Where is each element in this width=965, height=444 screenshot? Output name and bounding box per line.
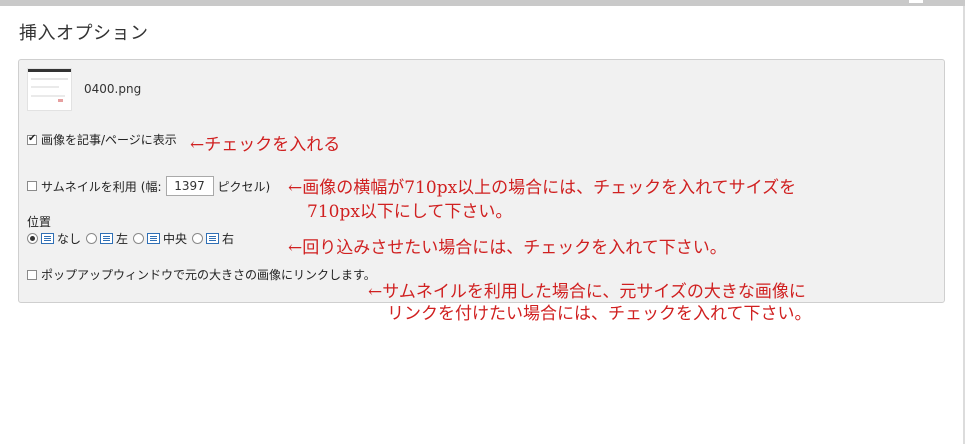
show-image-option[interactable]: 画像を記事/ページに表示 xyxy=(27,131,177,148)
align-left-icon xyxy=(100,233,114,244)
annotation-show-image: ←チェックを入れる xyxy=(190,135,341,155)
position-left-label: 左 xyxy=(116,232,129,246)
width-input[interactable] xyxy=(165,176,214,196)
annotation-popup-line2: リンクを付けたい場合には、チェックを入れて下さい。 xyxy=(387,304,812,324)
image-thumbnail xyxy=(27,68,72,111)
annotation-position: ←回り込みさせたい場合には、チェックを入れて下さい。 xyxy=(288,238,727,258)
thumbnail-checkbox[interactable] xyxy=(27,181,37,191)
show-image-checkbox[interactable] xyxy=(27,133,37,145)
width-suffix: ピクセル) xyxy=(217,179,271,194)
position-center-radio[interactable] xyxy=(133,233,145,244)
file-name: 0400.png xyxy=(84,82,142,96)
dialog-title: 挿入オプション xyxy=(19,23,149,44)
position-none-label: なし xyxy=(57,232,82,246)
align-center-icon xyxy=(147,233,161,244)
width-prefix: (幅: xyxy=(140,179,162,194)
position-none-radio[interactable] xyxy=(27,233,38,244)
thumbnail-option[interactable]: サムネイルを利用 (幅: ピクセル) xyxy=(27,176,270,196)
align-none-icon xyxy=(41,233,54,244)
window-top-strip xyxy=(0,0,965,6)
position-left-radio[interactable] xyxy=(86,233,98,244)
popup-option[interactable]: ポップアップウィンドウで元の大きさの画像にリンクします。 xyxy=(27,266,376,283)
position-center-label: 中央 xyxy=(163,232,188,246)
annotation-thumbnail-line1: ←画像の横幅が710px以上の場合には、チェックを入れてサイズを xyxy=(288,178,797,198)
close-tab-nub xyxy=(909,0,923,3)
align-right-icon xyxy=(206,233,220,244)
position-radio-group: なし 左 中央 右 xyxy=(27,230,239,247)
position-right-label: 右 xyxy=(222,232,235,246)
thumbnail-label: サムネイルを利用 xyxy=(41,179,137,194)
position-label: 位置 xyxy=(27,215,52,229)
annotation-thumbnail-line2: 710px以下にして下さい。 xyxy=(307,202,513,222)
show-image-label: 画像を記事/ページに表示 xyxy=(41,133,177,147)
popup-label: ポップアップウィンドウで元の大きさの画像にリンクします。 xyxy=(41,268,376,282)
popup-checkbox[interactable] xyxy=(27,269,37,280)
annotation-popup-line1: ←サムネイルを利用した場合に、元サイズの大きな画像に xyxy=(368,282,806,302)
position-right-radio[interactable] xyxy=(192,233,204,244)
